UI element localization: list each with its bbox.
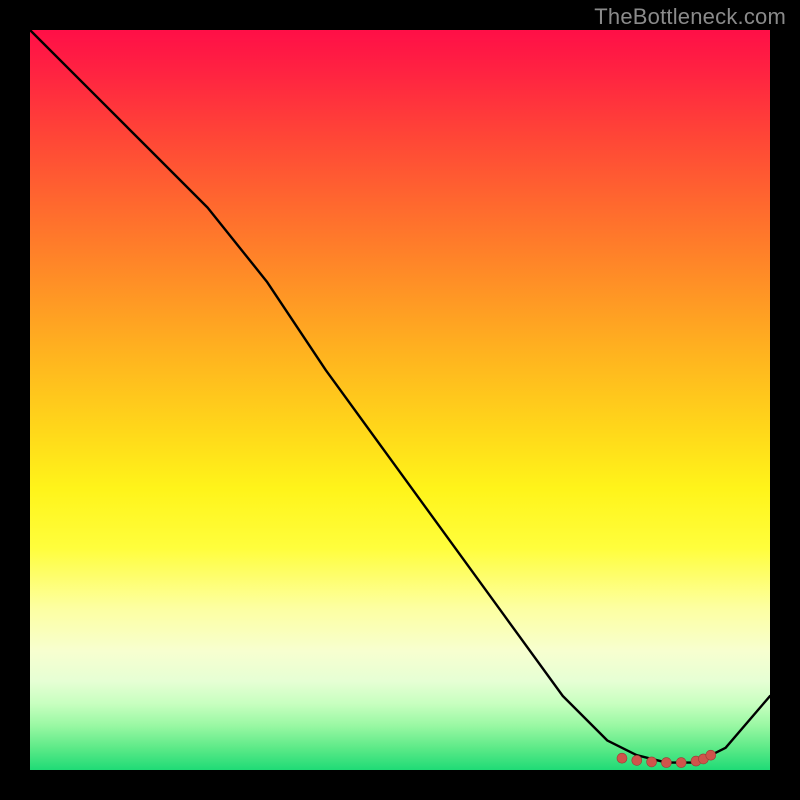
marker-dot — [661, 758, 671, 768]
plot-area — [30, 30, 770, 770]
marker-dot — [647, 757, 657, 767]
marker-dot — [698, 754, 708, 764]
marker-dot — [632, 755, 642, 765]
chart-frame: TheBottleneck.com — [0, 0, 800, 800]
bottleneck-curve — [30, 30, 770, 763]
marker-dot — [706, 750, 716, 760]
marker-dot — [676, 758, 686, 768]
attribution-label: TheBottleneck.com — [594, 4, 786, 30]
optimal-range-markers — [617, 750, 716, 767]
marker-dot — [617, 753, 627, 763]
marker-dot — [691, 756, 701, 766]
chart-overlay — [30, 30, 770, 770]
